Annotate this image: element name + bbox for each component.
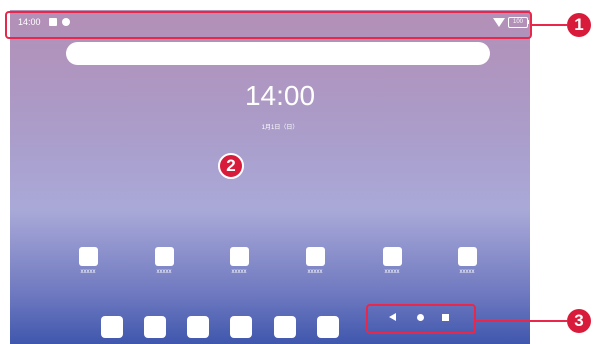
- callout-line-1: [532, 24, 567, 26]
- app-label: xxxxx: [80, 269, 96, 275]
- home-date: 1月1日（日）: [261, 125, 299, 131]
- status-bar-callout-frame: [5, 11, 532, 39]
- app-icon: [154, 247, 174, 266]
- app-shortcut[interactable]: xxxxx: [68, 247, 108, 275]
- app-label: xxxxx: [384, 269, 400, 275]
- app-label: xxxxx: [231, 269, 247, 275]
- app-label: xxxxx: [459, 269, 475, 275]
- app-icon: [229, 247, 249, 266]
- dock-app-icon[interactable]: [187, 316, 209, 338]
- home-clock: 14:00: [244, 80, 316, 111]
- app-icon: [305, 247, 325, 266]
- app-label: xxxxx: [156, 269, 172, 275]
- app-icon: [457, 247, 477, 266]
- nav-bar-callout-frame: [366, 304, 476, 334]
- app-shortcut[interactable]: xxxxx: [447, 247, 487, 275]
- callout-badge-1: 1: [567, 13, 591, 37]
- search-bar[interactable]: [66, 42, 490, 65]
- app-icon: [78, 247, 98, 266]
- app-shortcut[interactable]: xxxxx: [219, 247, 259, 275]
- callout-line-3: [476, 320, 567, 322]
- callout-badge-2: 2: [218, 153, 244, 179]
- app-shortcut[interactable]: xxxxx: [372, 247, 412, 275]
- dock-app-icon[interactable]: [101, 316, 123, 338]
- dock-app-icon[interactable]: [230, 316, 252, 338]
- device-screen: 14:00 100 14:00 1月1日（日） xxxxx xxxxx xxxx…: [10, 10, 530, 344]
- app-icon: [382, 247, 402, 266]
- app-shortcut[interactable]: xxxxx: [295, 247, 335, 275]
- dock-app-icon[interactable]: [317, 316, 339, 338]
- app-shortcut[interactable]: xxxxx: [144, 247, 184, 275]
- callout-badge-3: 3: [567, 309, 591, 333]
- dock-app-icon[interactable]: [144, 316, 166, 338]
- app-label: xxxxx: [307, 269, 323, 275]
- dock-app-icon[interactable]: [274, 316, 296, 338]
